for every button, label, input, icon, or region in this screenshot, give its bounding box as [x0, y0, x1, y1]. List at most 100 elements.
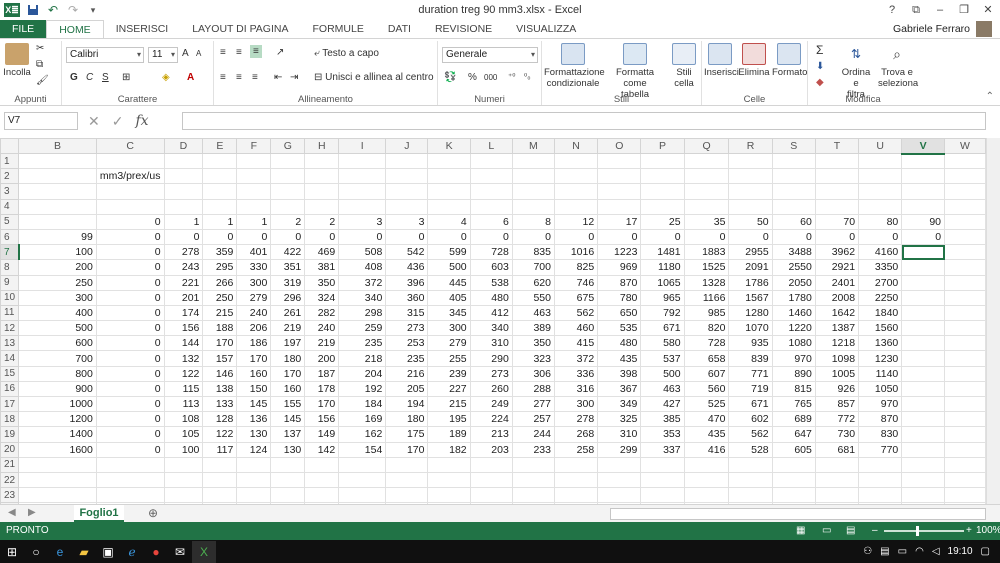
cell[interactable] — [771, 183, 816, 200]
cell[interactable]: 525 — [683, 395, 730, 413]
cell[interactable] — [771, 487, 816, 504]
cell[interactable]: 436 — [385, 259, 429, 276]
thousands-button[interactable]: 000 — [484, 73, 497, 82]
italic-button[interactable]: C — [86, 72, 93, 83]
cell[interactable]: 310 — [469, 335, 513, 352]
cell[interactable]: 100 — [163, 441, 204, 458]
cell[interactable] — [901, 198, 946, 215]
column-header[interactable]: F — [236, 138, 272, 154]
cell[interactable] — [944, 365, 986, 382]
cell[interactable] — [771, 198, 816, 215]
cell[interactable]: 260 — [469, 380, 513, 398]
row-header[interactable]: 23 — [0, 487, 20, 504]
cell[interactable]: 0 — [270, 228, 306, 246]
align-bottom-icon[interactable]: ≡ — [250, 45, 262, 58]
row-header[interactable]: 12 — [0, 320, 20, 337]
cell[interactable]: 463 — [640, 380, 685, 398]
cell[interactable]: 835 — [511, 244, 556, 261]
number-format-select[interactable]: Generale ▾ — [442, 47, 538, 63]
cell[interactable]: 1 — [202, 213, 238, 230]
cell[interactable]: 3962 — [814, 244, 860, 261]
cut-icon[interactable]: ✂ — [36, 43, 44, 54]
column-header[interactable]: L — [469, 138, 513, 154]
cell[interactable] — [901, 471, 946, 489]
prev-sheet-icon[interactable]: ◀ — [8, 507, 16, 518]
cell[interactable]: 965 — [640, 289, 685, 306]
cell[interactable] — [95, 183, 165, 200]
cell[interactable] — [858, 183, 903, 200]
cell[interactable]: 1180 — [640, 259, 685, 276]
cell[interactable]: 1000 — [18, 395, 97, 413]
zoom-out-icon[interactable]: – — [872, 522, 878, 540]
align-left-icon[interactable]: ≡ — [220, 72, 226, 83]
cell[interactable]: 396 — [385, 274, 429, 291]
cell[interactable]: 189 — [427, 426, 471, 443]
delete-cells-button[interactable]: Elimina — [738, 43, 770, 78]
cell[interactable]: 268 — [553, 426, 599, 443]
cell[interactable]: 8 — [511, 213, 556, 230]
cell[interactable]: 2921 — [814, 259, 860, 276]
row-header[interactable]: 15 — [0, 365, 20, 382]
store-icon[interactable]: ▣ — [96, 541, 120, 563]
cell[interactable] — [338, 456, 387, 473]
cell[interactable]: 298 — [338, 304, 387, 322]
cell[interactable]: 780 — [597, 289, 642, 306]
cell[interactable] — [427, 487, 471, 504]
cell[interactable]: 3 — [385, 213, 429, 230]
row-header[interactable]: 11 — [0, 304, 20, 322]
cell[interactable]: 681 — [814, 441, 860, 458]
cell[interactable]: 772 — [814, 411, 860, 428]
cell[interactable] — [427, 168, 471, 185]
cell[interactable]: 323 — [511, 350, 556, 367]
cell[interactable] — [511, 168, 556, 185]
cell[interactable] — [901, 426, 946, 443]
cell[interactable]: 857 — [814, 395, 860, 413]
volume-icon[interactable]: ◁ — [932, 546, 940, 557]
cell[interactable]: 870 — [858, 411, 903, 428]
cell[interactable]: 300 — [18, 289, 97, 306]
cell[interactable]: 277 — [511, 395, 556, 413]
cell[interactable] — [901, 289, 946, 306]
cell[interactable] — [944, 259, 986, 276]
currency-icon[interactable]: 💱 — [444, 72, 456, 83]
cell[interactable]: 0 — [95, 244, 165, 261]
format-as-table-button[interactable]: Formatta come tabella — [604, 43, 666, 100]
cell[interactable]: 188 — [202, 320, 238, 337]
cell[interactable]: 170 — [304, 395, 340, 413]
formula-input[interactable] — [182, 112, 986, 130]
cell[interactable] — [944, 320, 986, 337]
cell[interactable] — [511, 471, 556, 489]
cell[interactable] — [511, 456, 556, 473]
cell[interactable]: 0 — [95, 426, 165, 443]
cell[interactable] — [640, 487, 685, 504]
cell[interactable]: 0 — [95, 289, 165, 306]
column-header[interactable]: J — [385, 138, 429, 154]
cell[interactable] — [385, 152, 429, 170]
borders-icon[interactable]: ⊞ — [122, 72, 130, 83]
zoom-level[interactable]: 100% — [976, 522, 1000, 540]
cell[interactable] — [597, 471, 642, 489]
cell[interactable]: 60 — [771, 213, 816, 230]
cell[interactable]: 315 — [385, 304, 429, 322]
fill-color-icon[interactable]: ◈ — [162, 72, 170, 83]
font-name-select[interactable]: Calibri ▾ — [66, 47, 144, 63]
cell[interactable]: 295 — [202, 259, 238, 276]
battery-icon[interactable]: ▭ — [898, 546, 907, 557]
cell[interactable] — [304, 168, 340, 185]
cell[interactable] — [304, 183, 340, 200]
cell[interactable]: 602 — [728, 411, 773, 428]
cell[interactable]: 792 — [640, 304, 685, 322]
cell[interactable]: 299 — [597, 441, 642, 458]
edge-icon[interactable]: e — [48, 541, 72, 563]
cell[interactable] — [597, 152, 642, 170]
cell[interactable] — [640, 168, 685, 185]
cell[interactable] — [683, 152, 730, 170]
insert-function-icon[interactable]: fx — [135, 112, 148, 130]
cell[interactable]: 113 — [163, 395, 204, 413]
cell[interactable]: 398 — [597, 365, 642, 382]
cell[interactable] — [511, 487, 556, 504]
page-break-view-icon[interactable]: ▤ — [846, 522, 855, 540]
cell[interactable]: 1166 — [683, 289, 730, 306]
cell[interactable]: 1786 — [728, 274, 773, 291]
column-header[interactable]: U — [858, 138, 903, 154]
